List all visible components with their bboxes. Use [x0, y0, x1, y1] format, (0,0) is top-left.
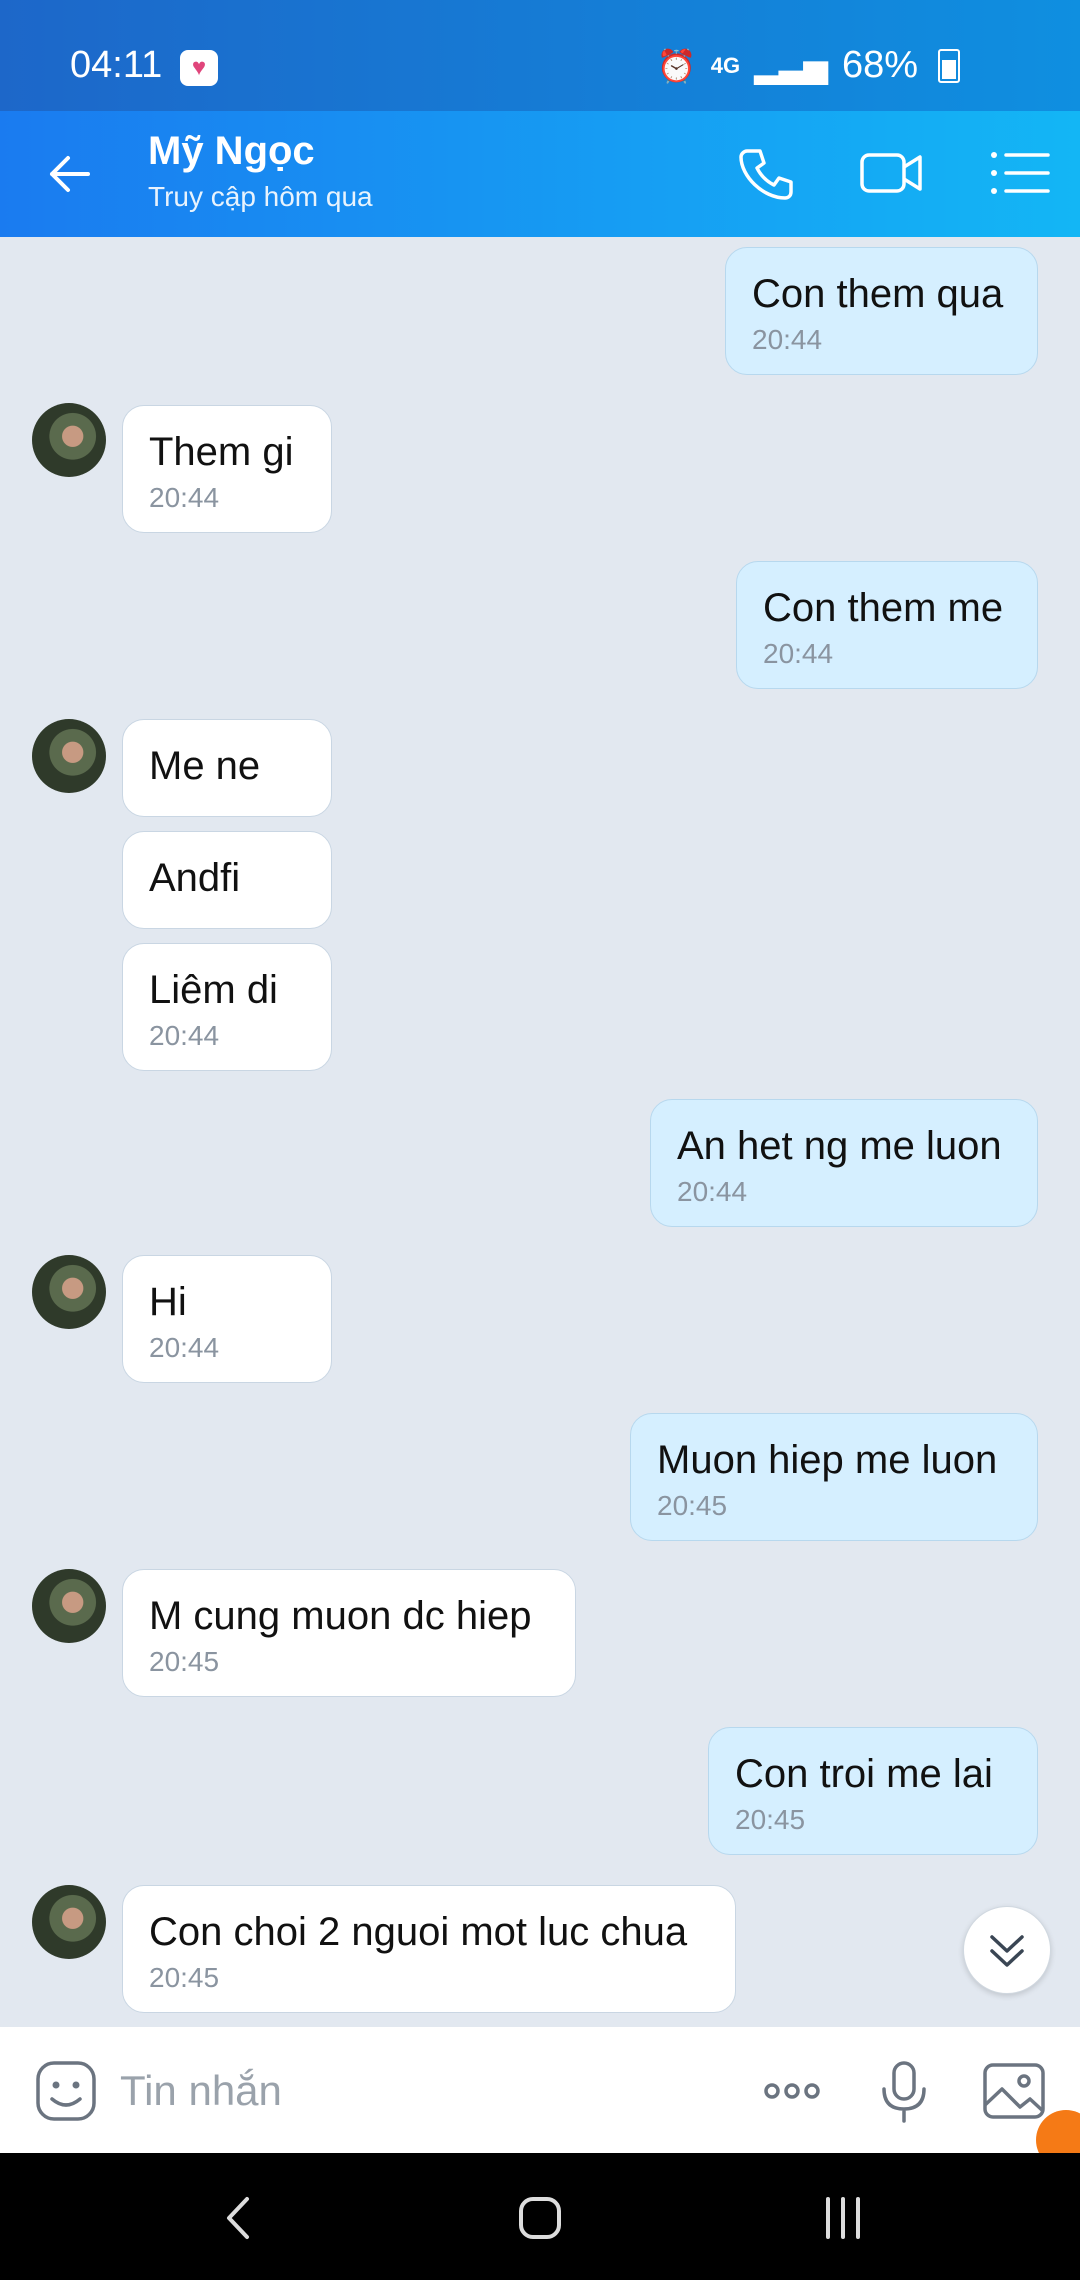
- message-time: 20:45: [735, 1804, 806, 1835]
- message-time: 20:45: [149, 1962, 220, 1993]
- nav-home-icon[interactable]: [505, 2183, 575, 2253]
- message-text: Con them qua: [752, 272, 1004, 316]
- signal-icon: ▂▃▅: [754, 47, 828, 84]
- message-text: Con choi 2 nguoi mot luc chua: [149, 1910, 688, 1954]
- message-text: Muon hiep me luon: [657, 1438, 998, 1482]
- message-bubble-incoming[interactable]: M cung muon dc hiep 20:45: [122, 1569, 576, 1697]
- message-list[interactable]: Con them qua 20:44 Them gi 20:44 Con the…: [0, 237, 1080, 2027]
- emoji-icon[interactable]: [32, 2057, 100, 2125]
- heart-app-icon: ♥: [180, 50, 218, 86]
- image-icon[interactable]: [980, 2057, 1048, 2125]
- avatar[interactable]: [32, 1569, 106, 1643]
- message-text: Them gi: [149, 430, 294, 474]
- message-bubble-outgoing[interactable]: Muon hiep me luon 20:45: [630, 1413, 1038, 1541]
- message-bubble-outgoing[interactable]: Con them me 20:44: [736, 561, 1038, 689]
- nav-back-icon[interactable]: [205, 2183, 275, 2253]
- chevron-double-down-icon[interactable]: [963, 1906, 1051, 1994]
- network-type: 4G: [710, 52, 741, 78]
- arrow-left-icon[interactable]: [40, 139, 110, 209]
- message-time: 20:44: [677, 1176, 748, 1207]
- more-dots-icon[interactable]: [758, 2057, 826, 2125]
- list-icon[interactable]: [984, 137, 1056, 209]
- status-time: 04:11: [70, 44, 163, 86]
- message-bubble-outgoing[interactable]: Con troi me lai 20:45: [708, 1727, 1038, 1855]
- contact-status: Truy cập hôm qua: [148, 181, 373, 212]
- message-time: 20:44: [149, 1332, 220, 1363]
- avatar[interactable]: [32, 719, 106, 793]
- message-time: 20:44: [149, 482, 220, 513]
- message-text: Me ne: [149, 744, 261, 788]
- message-text: Con troi me lai: [735, 1752, 993, 1796]
- message-bubble-incoming[interactable]: Hi 20:44: [122, 1255, 332, 1383]
- message-composer: Tin nhắn: [0, 2027, 1080, 2153]
- message-time: 20:44: [763, 638, 834, 669]
- message-bubble-incoming[interactable]: Andfi: [122, 831, 332, 929]
- message-text: Con them me: [763, 586, 1004, 630]
- message-text: Liêm di: [149, 968, 278, 1012]
- system-nav-bar: [0, 2153, 1080, 2280]
- nav-recents-icon[interactable]: [808, 2183, 878, 2253]
- avatar[interactable]: [32, 1255, 106, 1329]
- message-text: M cung muon dc hiep: [149, 1594, 532, 1638]
- message-bubble-incoming[interactable]: Liêm di 20:44: [122, 943, 332, 1071]
- battery-level: 68%: [841, 44, 918, 86]
- battery-icon: [938, 48, 960, 83]
- avatar[interactable]: [32, 403, 106, 477]
- chat-header: Mỹ Ngọc Truy cập hôm qua: [0, 111, 1080, 237]
- message-bubble-outgoing[interactable]: Con them qua 20:44: [725, 247, 1038, 375]
- message-time: 20:44: [149, 1020, 220, 1051]
- contact-name[interactable]: Mỹ Ngọc: [148, 129, 315, 174]
- message-bubble-incoming[interactable]: Them gi 20:44: [122, 405, 332, 533]
- message-time: 20:45: [149, 1646, 220, 1677]
- avatar[interactable]: [32, 1885, 106, 1959]
- phone-icon[interactable]: [730, 137, 802, 209]
- message-time: 20:44: [752, 324, 823, 355]
- video-camera-icon[interactable]: [856, 137, 928, 209]
- status-bar: 04:11 ♥ ⏰ 4G ▂▃▅ 68%: [0, 0, 1080, 111]
- message-text: An het ng me luon: [677, 1124, 1002, 1168]
- alarm-icon: ⏰: [656, 47, 697, 84]
- message-bubble-incoming[interactable]: Con choi 2 nguoi mot luc chua 20:45: [122, 1885, 736, 2013]
- status-indicators: ⏰ 4G ▂▃▅ 68%: [657, 44, 960, 87]
- message-input[interactable]: Tin nhắn: [120, 2067, 282, 2115]
- message-bubble-outgoing[interactable]: An het ng me luon 20:44: [650, 1099, 1038, 1227]
- message-time: 20:45: [657, 1490, 728, 1521]
- message-text: Hi: [149, 1280, 187, 1324]
- message-bubble-incoming[interactable]: Me ne: [122, 719, 332, 817]
- message-text: Andfi: [149, 856, 241, 900]
- microphone-icon[interactable]: [870, 2057, 938, 2125]
